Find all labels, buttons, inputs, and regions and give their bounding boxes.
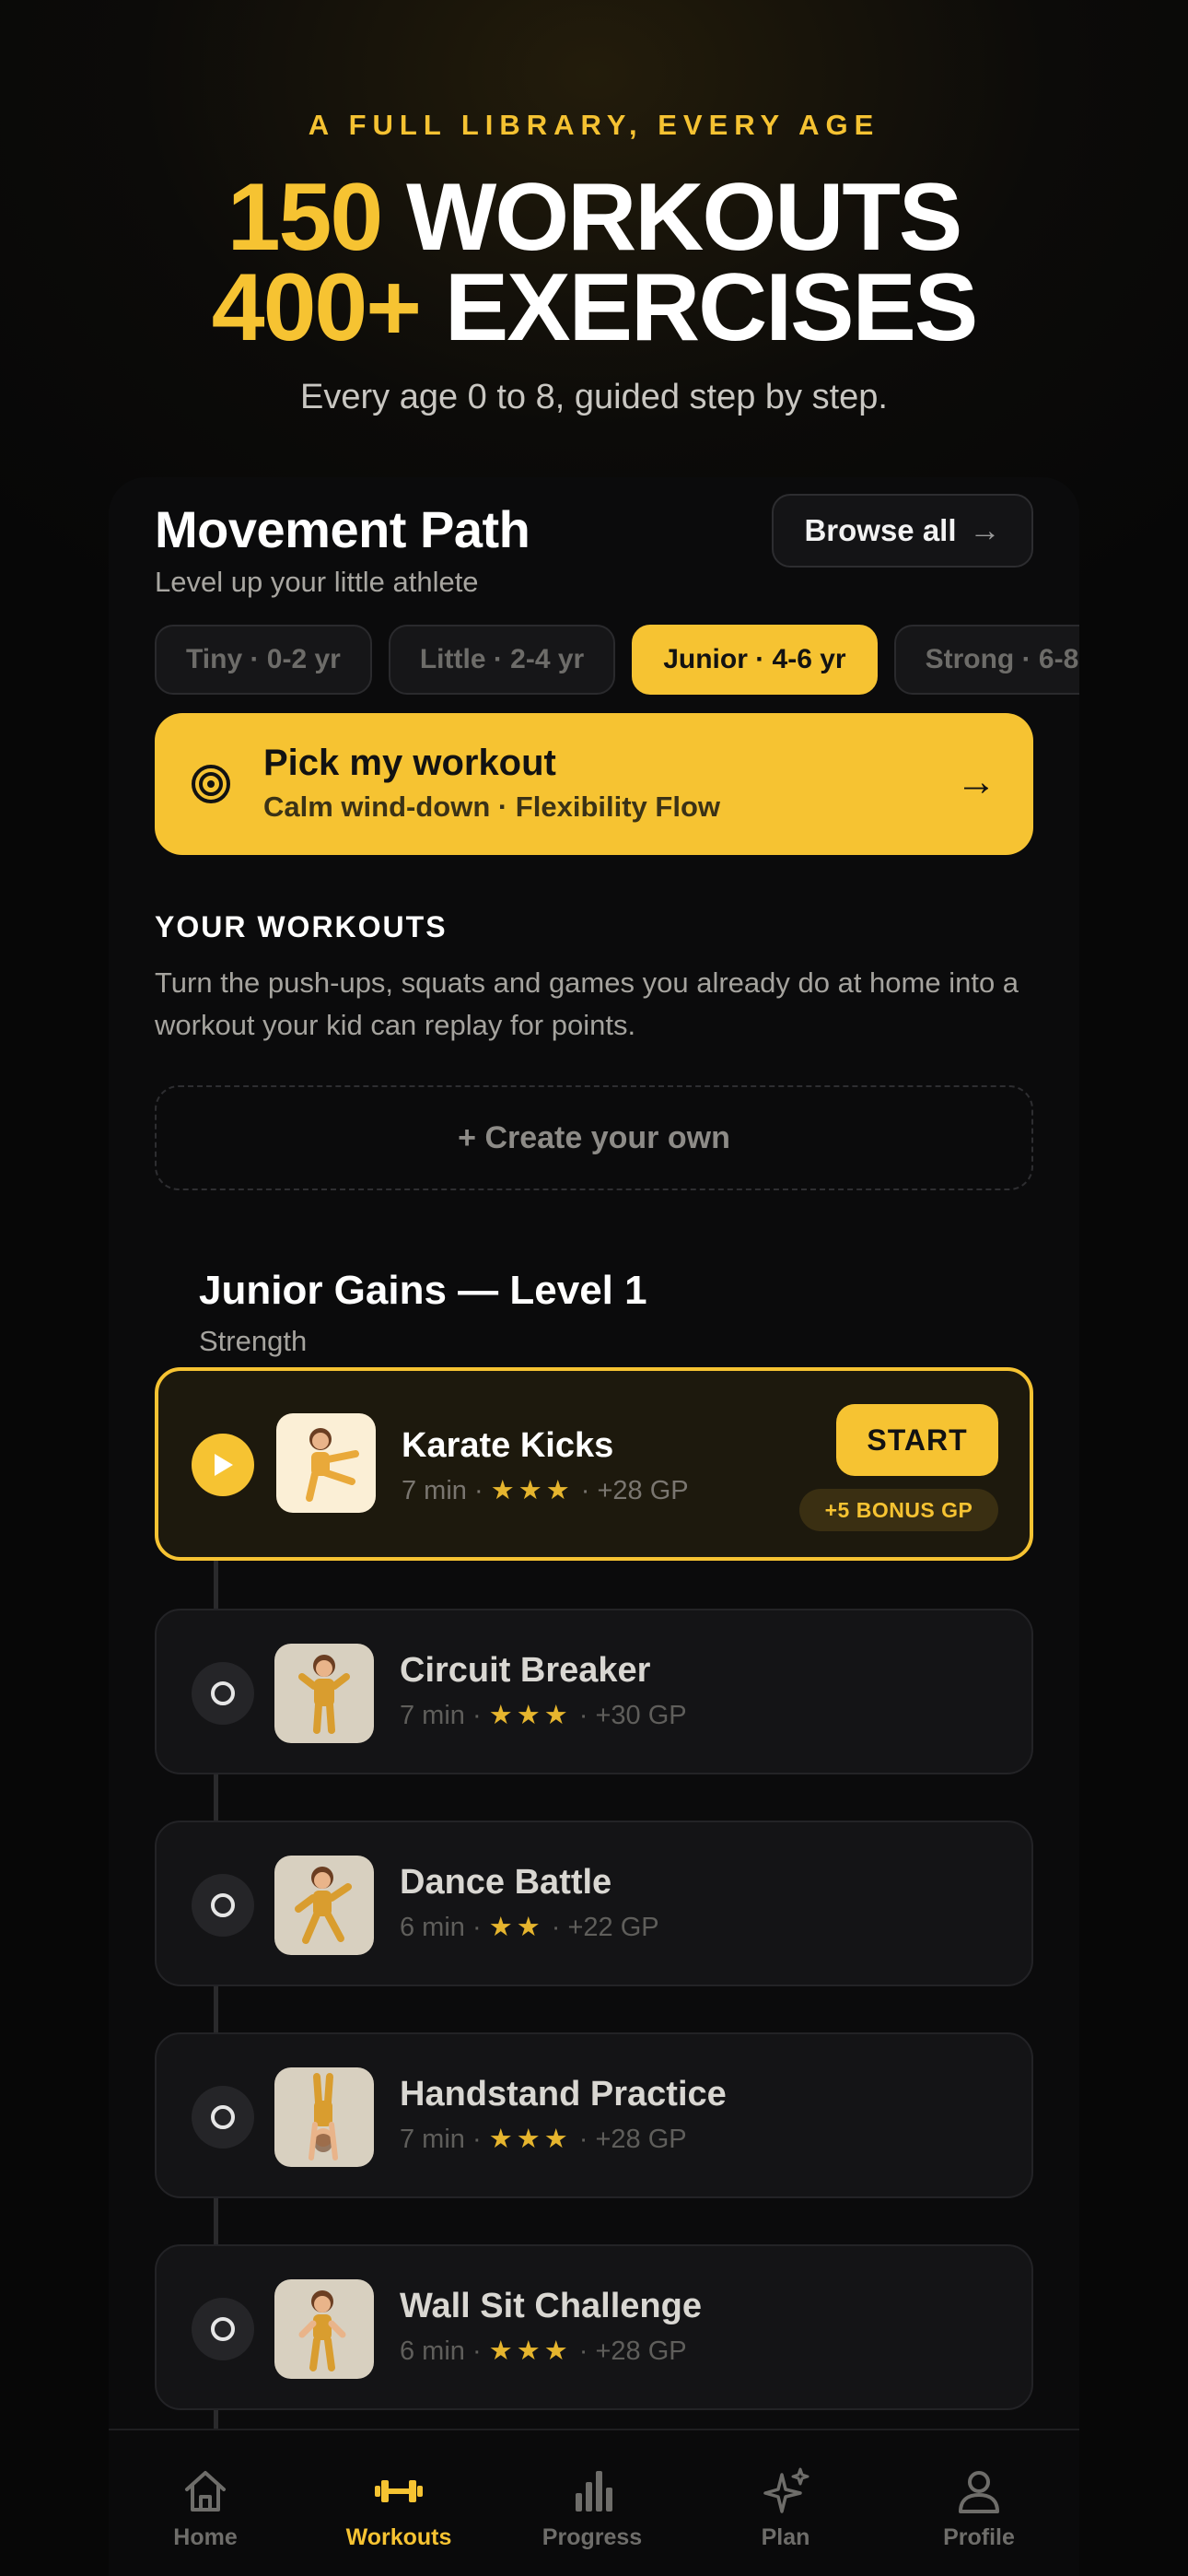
pick-subtitle: Calm wind-down · Flexibility Flow (263, 790, 720, 823)
bar-chart-icon (576, 2471, 612, 2512)
incomplete-circle-icon (192, 2086, 254, 2149)
home-icon (185, 2471, 226, 2512)
app-screen: Movement Path Level up your little athle… (109, 477, 1079, 2576)
hero-headline-line2: 400+ EXERCISES (0, 260, 1188, 356)
level-title: Junior Gains — Level 1 (199, 1268, 647, 1313)
workout-meta: 6 min · ★★ · +22 GP (400, 1913, 659, 1942)
movement-path-subtitle: Level up your little athlete (155, 566, 479, 598)
start-button[interactable]: START (836, 1404, 998, 1476)
incomplete-circle-icon (192, 1662, 254, 1725)
age-chip-junior[interactable]: Junior · 4-6 yr (632, 625, 878, 695)
star-rating-icon: ★★ (488, 1913, 544, 1942)
workout-points: +22 GP (567, 1913, 659, 1942)
star-rating-icon: ★★★ (488, 1701, 572, 1730)
workout-duration: 7 min (400, 2125, 465, 2154)
workout-name: Circuit Breaker (400, 1651, 651, 1690)
hero-tagline: Every age 0 to 8, guided step by step. (300, 378, 888, 416)
workout-meta: 7 min · ★★★ · +30 GP (400, 1701, 687, 1730)
workout-card-dance-battle[interactable]: Dance Battle 6 min · ★★ · +22 GP (155, 1821, 1033, 1986)
age-chip-row: Tiny · 0-2 yr Little · 2-4 yr Junior · 4-6… (155, 625, 1079, 695)
star-rating-icon: ★★★ (488, 2125, 572, 2154)
tab-home[interactable]: Home (109, 2465, 302, 2551)
workout-name: Dance Battle (400, 1863, 612, 1902)
workout-thumbnail (274, 1644, 374, 1743)
workout-card-wall-sit-challenge[interactable]: Wall Sit Challenge 6 min · ★★★ · +28 GP (155, 2244, 1033, 2410)
incomplete-circle-icon (192, 2298, 254, 2360)
tab-workouts[interactable]: Workouts (302, 2465, 495, 2551)
star-rating-icon: ★★★ (488, 2336, 572, 2366)
workout-points: +28 GP (595, 2336, 687, 2366)
workout-name: Wall Sit Challenge (400, 2287, 702, 2325)
your-workouts-description: Turn the push-ups, squats and games you … (155, 966, 1019, 1041)
workout-duration: 6 min (400, 2336, 465, 2366)
tab-profile-label: Profile (943, 2524, 1015, 2550)
workout-card-circuit-breaker[interactable]: Circuit Breaker 7 min · ★★★ · +30 GP (155, 1609, 1033, 1774)
workout-thumbnail (274, 1856, 374, 1955)
workout-thumbnail (274, 2067, 374, 2167)
workout-points: +30 GP (595, 1701, 687, 1730)
workout-meta: 6 min · ★★★ · +28 GP (400, 2336, 687, 2366)
arrow-right-icon: → (956, 759, 996, 804)
sparkles-icon (763, 2467, 809, 2513)
level-subtitle: Strength (199, 1325, 308, 1357)
workout-points: +28 GP (597, 1476, 689, 1505)
star-rating-icon: ★★★ (490, 1476, 574, 1505)
workout-meta: 7 min · ★★★ · +28 GP (402, 1476, 689, 1505)
workout-duration: 6 min (400, 1913, 465, 1942)
user-icon (959, 2471, 999, 2513)
workout-meta: 7 min · ★★★ · +28 GP (400, 2125, 687, 2154)
workout-duration: 7 min (402, 1476, 467, 1505)
tab-workouts-label: Workouts (345, 2524, 452, 2550)
workout-thumbnail (274, 2279, 374, 2379)
incomplete-circle-icon (192, 1874, 254, 1937)
hero-exercises-count: 400+ (211, 254, 422, 361)
arrow-right-icon: → (969, 512, 1001, 548)
workout-card-handstand-practice[interactable]: Handstand Practice 7 min · ★★★ · +28 GP (155, 2032, 1033, 2198)
pick-my-workout-button[interactable]: Pick my workout Calm wind-down · Flexibi… (155, 713, 1033, 855)
dumbbell-icon (375, 2480, 423, 2502)
workout-thumbnail (276, 1413, 376, 1513)
bottom-tab-bar: Home Workouts Progress Plan Profile (109, 2429, 1079, 2576)
workout-name: Karate Kicks (402, 1426, 614, 1465)
bonus-badge: +5 BONUS GP (799, 1489, 998, 1531)
workout-points: +28 GP (595, 2125, 687, 2154)
tab-plan[interactable]: Plan (689, 2465, 882, 2551)
target-icon (192, 765, 230, 803)
workout-card-karate-kicks[interactable]: Karate Kicks 7 min · ★★★ · +28 GP START … (155, 1367, 1033, 1561)
age-chip-tiny[interactable]: Tiny · 0-2 yr (155, 625, 372, 695)
hero-exercises-word: EXERCISES (444, 254, 978, 361)
age-chip-strong[interactable]: Strong · 6-8 yr (893, 625, 1079, 695)
workout-name: Handstand Practice (400, 2075, 727, 2113)
browse-all-button[interactable]: Browse all → (772, 494, 1033, 568)
play-icon (192, 1434, 254, 1496)
tab-progress[interactable]: Progress (495, 2465, 689, 2551)
pick-title: Pick my workout (263, 743, 556, 783)
tab-plan-label: Plan (761, 2524, 810, 2550)
your-workouts-heading: YOUR WORKOUTS (155, 910, 448, 943)
workout-duration: 7 min (400, 1701, 465, 1730)
hero-eyebrow: A FULL LIBRARY, EVERY AGE (308, 109, 880, 141)
browse-all-label: Browse all (804, 513, 957, 547)
hero-headline-line1: 150 WORKOUTS (0, 170, 1188, 265)
tab-progress-label: Progress (542, 2524, 643, 2550)
movement-path-title: Movement Path (155, 500, 530, 558)
create-your-own-button[interactable]: + Create your own (155, 1085, 1033, 1190)
tab-profile[interactable]: Profile (882, 2465, 1076, 2551)
tab-home-label: Home (173, 2524, 238, 2550)
age-chip-little[interactable]: Little · 2-4 yr (388, 625, 616, 695)
